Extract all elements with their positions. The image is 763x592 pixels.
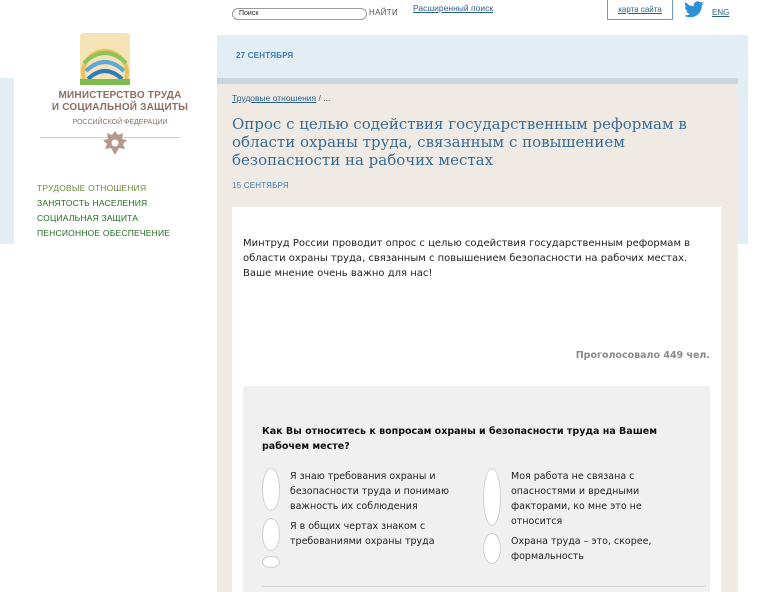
ministry-country: РОССИЙСКОЙ ФЕДЕРАЦИИ — [72, 119, 168, 126]
breadcrumb: Трудовые отношения / ... — [232, 93, 330, 103]
breadcrumb-link-labor-relations[interactable]: Трудовые отношения — [232, 93, 316, 103]
sidebar-item-social-protection[interactable]: СОЦИАЛЬНАЯ ЗАЩИТА — [37, 211, 170, 226]
poll-option-radio[interactable] — [483, 533, 501, 564]
poll-intro-text: Минтруд России проводит опрос с целью со… — [243, 238, 691, 279]
sidebar-nav: ТРУДОВЫЕ ОТНОШЕНИЯ ЗАНЯТОСТЬ НАСЕЛЕНИЯ С… — [37, 181, 170, 241]
header-date: 27 СЕНТЯБРЯ — [236, 51, 294, 60]
poll-option-radio[interactable] — [262, 556, 280, 568]
search-input[interactable]: Поиск — [232, 8, 367, 20]
poll-option-label[interactable]: Моя работа не связана с опасностями и вр… — [511, 469, 691, 529]
sidebar — [14, 0, 217, 592]
article-date: 15 СЕНТЯБРЯ — [232, 181, 289, 190]
search-button[interactable]: НАЙТИ — [369, 8, 398, 17]
poll-option-radio[interactable] — [262, 468, 280, 511]
ministry-name-line2: И СОЦИАЛЬНОЙ ЗАЩИТЫ — [51, 102, 189, 113]
coat-of-arms-icon — [103, 131, 127, 155]
vote-count: Проголосовало 449 чел. — [575, 350, 710, 361]
advanced-search-link[interactable]: Расширенный поиск — [413, 3, 493, 13]
page-title: Опрос с целью содействия государственным… — [232, 115, 687, 169]
page-background-left — [0, 78, 14, 244]
poll-option-label[interactable]: Охрана труда – это, скорее, формальность — [511, 534, 691, 564]
sidebar-item-labor-relations[interactable]: ТРУДОВЫЕ ОТНОШЕНИЯ — [37, 181, 170, 196]
poll-option-label[interactable]: Я знаю требования охраны и безопасности … — [290, 469, 470, 514]
page-background-right — [738, 78, 748, 244]
ministry-name: МИНИСТЕРСТВО ТРУДА И СОЦИАЛЬНОЙ ЗАЩИТЫ — [40, 90, 200, 114]
ministry-name-line1: МИНИСТЕРСТВО ТРУДА — [58, 90, 182, 101]
sidebar-item-employment[interactable]: ЗАНЯТОСТЬ НАСЕЛЕНИЯ — [37, 196, 170, 211]
twitter-icon[interactable] — [682, 1, 706, 19]
sitemap-button[interactable]: карта сайта — [607, 0, 673, 20]
poll-option-radio[interactable] — [483, 468, 501, 526]
poll-option-radio[interactable] — [262, 518, 280, 551]
poll-divider — [262, 586, 706, 587]
poll-option-label[interactable]: Я в общих чертах знаком с требованиями о… — [290, 519, 470, 549]
sidebar-item-pensions[interactable]: ПЕНСИОННОЕ ОБЕСПЕЧЕНИЕ — [37, 226, 170, 241]
ministry-logo-icon[interactable] — [80, 33, 130, 85]
poll-question: Как Вы относитесь к вопросам охраны и бе… — [262, 426, 658, 452]
language-switch-eng[interactable]: ENG — [712, 8, 729, 17]
breadcrumb-separator: / ... — [316, 93, 331, 103]
